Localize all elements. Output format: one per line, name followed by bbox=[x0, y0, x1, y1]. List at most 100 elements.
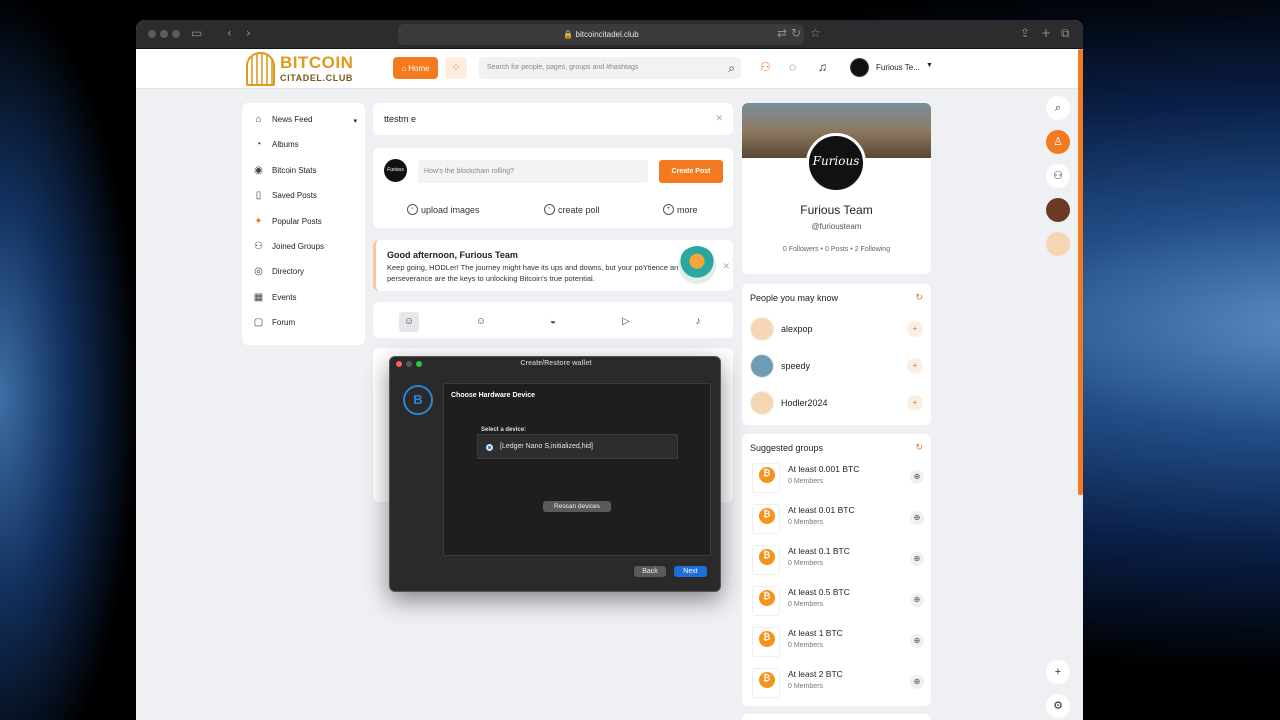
person-name: speedy bbox=[781, 361, 811, 371]
add-icon[interactable]: + bbox=[1046, 660, 1070, 684]
sidebar-icon[interactable]: ▭ bbox=[191, 26, 202, 40]
nav-label: News Feed bbox=[272, 114, 313, 124]
search-icon[interactable]: ⌕ bbox=[728, 57, 735, 79]
device-list[interactable]: [Ledger Nano S,initialized,hid] bbox=[477, 434, 678, 459]
group-item[interactable]: ₿ At least 0.001 BTC 0 Members ⊕ bbox=[752, 463, 924, 493]
profile-name[interactable]: Furious Team bbox=[742, 203, 931, 217]
nav-item-saved-posts[interactable]: ▯ Saved Posts bbox=[253, 187, 317, 203]
minimize-window-button[interactable] bbox=[160, 30, 168, 38]
contact-avatar[interactable] bbox=[1046, 232, 1070, 256]
next-button[interactable]: Next bbox=[674, 566, 707, 577]
zoom-window-button[interactable] bbox=[172, 30, 180, 38]
bookmark-star-icon[interactable]: ☆ bbox=[810, 26, 821, 40]
group-item[interactable]: ₿ At least 0.1 BTC 0 Members ⊕ bbox=[752, 545, 924, 575]
search-icon[interactable]: ⌕ bbox=[1046, 96, 1070, 120]
close-window-button[interactable] bbox=[148, 30, 156, 38]
dismiss-greeting-icon[interactable]: ✕ bbox=[722, 261, 730, 272]
tabs-overview-icon[interactable]: ⧉ bbox=[1061, 26, 1070, 41]
home-icon: ⌂ bbox=[255, 113, 262, 125]
nav-item-directory[interactable]: ◎ Directory bbox=[253, 263, 304, 279]
add-friend-button[interactable]: + bbox=[907, 395, 923, 411]
messages-icon[interactable]: ◌ bbox=[789, 60, 796, 74]
join-group-button[interactable]: ⊕ bbox=[910, 675, 924, 689]
nav-item-bitcoin-stats[interactable]: ◉ Bitcoin Stats bbox=[253, 162, 316, 178]
tab-audio-icon[interactable]: ♪ bbox=[688, 312, 708, 332]
notifications-bell-icon[interactable]: ♫ bbox=[818, 60, 827, 74]
nav-label: Forum bbox=[272, 317, 296, 327]
translate-icon[interactable]: ⇄ bbox=[777, 26, 787, 40]
user-name[interactable]: Furious Te... bbox=[876, 63, 920, 72]
back-icon[interactable]: ‹ bbox=[227, 26, 232, 40]
nav-item-events[interactable]: ▦ Events bbox=[253, 289, 297, 305]
upload-images-button[interactable]: ▫ upload images bbox=[407, 204, 480, 215]
nav-item-popular-posts[interactable]: ✦ Popular Posts bbox=[253, 213, 322, 229]
site-logo[interactable]: BITCOIN CITADEL.CLUB bbox=[246, 52, 356, 86]
people-you-may-know-card: People you may know ↻ alexpop + speedy +… bbox=[742, 284, 931, 425]
address-bar[interactable]: 🔒 bitcoincitadel.club bbox=[398, 24, 804, 45]
nav-item-news-feed[interactable]: ⌂ News Feed bbox=[253, 111, 312, 127]
person-item[interactable]: Hodler2024 bbox=[750, 391, 828, 415]
chevron-down-icon[interactable]: ▼ bbox=[926, 62, 933, 69]
apps-grid-button[interactable]: ⁘ bbox=[445, 57, 467, 79]
add-friend-button[interactable]: + bbox=[907, 321, 923, 337]
group-icon[interactable]: ⚇ bbox=[1046, 164, 1070, 188]
compose-placeholder: How's the blockchain rolling? bbox=[424, 168, 515, 175]
person-name: Hodler2024 bbox=[781, 398, 828, 408]
nav-item-albums[interactable]: ◔ Albums bbox=[253, 136, 298, 152]
device-radio-button[interactable] bbox=[486, 444, 493, 451]
user-icon[interactable]: ♙ bbox=[1046, 130, 1070, 154]
group-item[interactable]: ₿ At least 1 BTC 0 Members ⊕ bbox=[752, 627, 924, 657]
share-icon[interactable]: ⇪ bbox=[1020, 26, 1030, 40]
refresh-icon[interactable]: ↻ bbox=[915, 292, 923, 303]
compose-avatar[interactable]: Furious bbox=[384, 159, 407, 182]
add-friend-button[interactable]: + bbox=[907, 358, 923, 374]
nav-item-forum[interactable]: ▢ Forum bbox=[253, 314, 295, 330]
add-friend-icon[interactable]: ⚇ bbox=[760, 60, 771, 74]
reload-icon[interactable]: ↻ bbox=[791, 26, 801, 40]
person-name: alexpop bbox=[781, 324, 813, 334]
create-poll-button[interactable]: ▫ create poll bbox=[544, 204, 600, 215]
more-button[interactable]: + more bbox=[663, 204, 698, 215]
clear-search-icon[interactable]: ✕ bbox=[715, 113, 723, 124]
home-button[interactable]: ⌂ Home bbox=[393, 57, 438, 79]
join-group-button[interactable]: ⊕ bbox=[910, 634, 924, 648]
chevron-down-icon[interactable]: ▾ bbox=[353, 117, 357, 125]
rescan-devices-button[interactable]: Rescan devices bbox=[543, 501, 611, 512]
tab-video-icon[interactable]: ▷ bbox=[616, 312, 636, 332]
profile-avatar[interactable]: Furious bbox=[806, 133, 866, 193]
back-button[interactable]: Back bbox=[634, 566, 666, 577]
site-search-input[interactable]: Search for people, pages, groups and #ha… bbox=[479, 57, 741, 79]
forward-icon[interactable]: › bbox=[246, 26, 251, 40]
compose-input[interactable]: How's the blockchain rolling? bbox=[418, 160, 648, 183]
user-avatar[interactable] bbox=[850, 58, 869, 77]
group-item[interactable]: ₿ At least 0.01 BTC 0 Members ⊕ bbox=[752, 504, 924, 534]
group-members: 0 Members bbox=[788, 601, 824, 608]
group-members: 0 Members bbox=[788, 519, 824, 526]
tab-feeling-icon[interactable]: ☺ bbox=[471, 312, 491, 332]
join-group-button[interactable]: ⊕ bbox=[910, 511, 924, 525]
settings-gear-icon[interactable]: ⚙ bbox=[1046, 694, 1070, 718]
group-item[interactable]: ₿ At least 2 BTC 0 Members ⊕ bbox=[752, 668, 924, 698]
person-item[interactable]: alexpop bbox=[750, 317, 813, 341]
nav-label: Events bbox=[272, 292, 297, 302]
device-option[interactable]: [Ledger Nano S,initialized,hid] bbox=[500, 443, 593, 450]
group-item[interactable]: ₿ At least 0.5 BTC 0 Members ⊕ bbox=[752, 586, 924, 616]
tab-photo-icon[interactable]: ◒ bbox=[543, 312, 563, 332]
contact-avatar[interactable] bbox=[1046, 198, 1070, 222]
profile-handle: @furiousteam bbox=[811, 222, 862, 231]
tab-text-icon[interactable]: ☺ bbox=[399, 312, 419, 332]
bitcoin-icon: ₿ bbox=[752, 504, 780, 534]
refresh-icon[interactable]: ↻ bbox=[915, 442, 923, 453]
join-group-button[interactable]: ⊕ bbox=[910, 593, 924, 607]
join-group-button[interactable]: ⊕ bbox=[910, 470, 924, 484]
nav-item-joined-groups[interactable]: ⚇ Joined Groups bbox=[253, 238, 324, 254]
group-name: At least 0.001 BTC bbox=[788, 464, 860, 474]
join-group-button[interactable]: ⊕ bbox=[910, 552, 924, 566]
plus-circle-icon: + bbox=[663, 204, 674, 215]
page-scrollbar[interactable] bbox=[1078, 49, 1083, 495]
feed-search-card[interactable]: ttestm e ✕ bbox=[373, 103, 733, 135]
create-post-button[interactable]: Create Post bbox=[659, 160, 723, 183]
avatar bbox=[750, 391, 774, 415]
new-tab-icon[interactable]: + bbox=[1041, 26, 1051, 40]
person-item[interactable]: speedy bbox=[750, 354, 810, 378]
